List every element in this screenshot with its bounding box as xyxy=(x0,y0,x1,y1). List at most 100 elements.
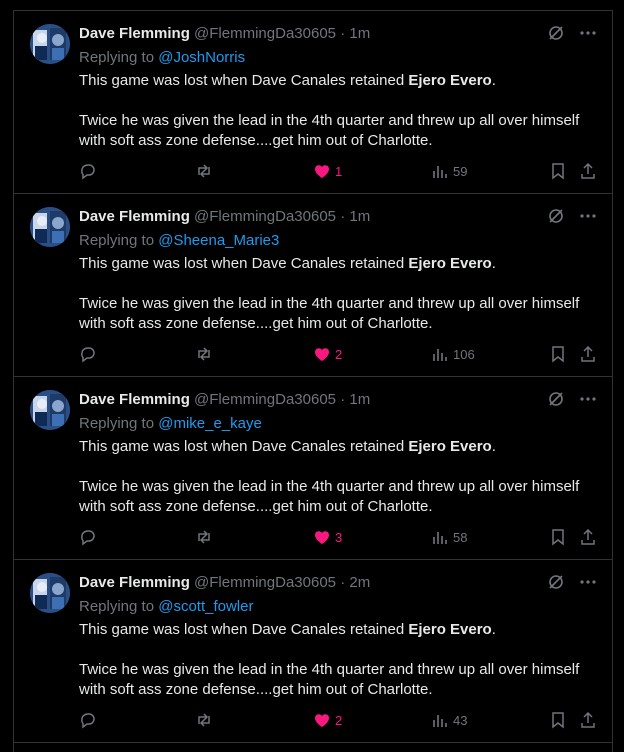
share-icon xyxy=(581,528,595,545)
author-name[interactable]: Dave Flemming xyxy=(79,574,190,591)
bookmark-button[interactable] xyxy=(549,162,567,180)
replying-to: Replying to @scott_fowler xyxy=(79,597,253,616)
separator-dot: · xyxy=(340,25,346,42)
share-button[interactable] xyxy=(579,528,597,546)
tweet-top-actions xyxy=(547,573,597,591)
views-button[interactable]: 59 xyxy=(431,162,467,180)
author-name[interactable]: Dave Flemming xyxy=(79,208,190,225)
text-bold-part: Ejero Evero xyxy=(408,72,492,89)
timestamp[interactable]: 1m xyxy=(349,25,370,42)
timestamp[interactable]: 2m xyxy=(349,574,370,591)
like-button[interactable]: 2 xyxy=(313,711,342,729)
view-count: 43 xyxy=(453,712,468,728)
more-icon[interactable] xyxy=(579,573,597,591)
tweet[interactable]: Dave Flemming @FlemmingDa30605 · 1m Repl… xyxy=(13,193,613,376)
share-button[interactable] xyxy=(579,345,597,363)
reply-button[interactable] xyxy=(79,528,97,546)
grok-icon[interactable] xyxy=(547,573,565,591)
more-icon[interactable] xyxy=(579,24,597,42)
like-count: 3 xyxy=(335,529,343,545)
replying-to: Replying to @mike_e_kaye xyxy=(79,414,262,433)
heart-icon xyxy=(315,714,329,727)
heart-icon xyxy=(315,165,329,178)
author-name[interactable]: Dave Flemming xyxy=(79,25,190,42)
view-count: 59 xyxy=(453,163,468,179)
replying-mention-link[interactable]: @mike_e_kaye xyxy=(158,415,262,432)
heart-icon xyxy=(315,531,329,544)
like-button[interactable]: 3 xyxy=(313,528,342,546)
timestamp[interactable]: 1m xyxy=(349,391,370,408)
repost-icon xyxy=(198,347,210,361)
bookmark-button[interactable] xyxy=(549,345,567,363)
author-name[interactable]: Dave Flemming xyxy=(79,391,190,408)
text-bold-part: Ejero Evero xyxy=(408,438,492,455)
view-count: 58 xyxy=(453,529,468,545)
replying-mention-link[interactable]: @JoshNorris xyxy=(158,49,245,66)
text-paragraph: Twice he was given the lead in the 4th q… xyxy=(79,478,580,515)
share-button[interactable] xyxy=(579,162,597,180)
replying-mention-link[interactable]: @Sheena_Marie3 xyxy=(158,232,279,249)
separator-dot: · xyxy=(340,391,346,408)
text-paragraph: Twice he was given the lead in the 4th q… xyxy=(79,112,580,149)
text-part: This game was lost when Dave Canales ret… xyxy=(79,72,409,89)
tweet-text: This game was lost when Dave Canales ret… xyxy=(79,620,599,700)
repost-button[interactable] xyxy=(195,162,213,180)
timestamp[interactable]: 1m xyxy=(349,208,370,225)
tweet[interactable]: Dave Flemming @FlemmingDa30605 · 1m Repl… xyxy=(13,10,613,193)
tweet-text: This game was lost when Dave Canales ret… xyxy=(79,254,599,334)
tweet-top-actions xyxy=(547,390,597,408)
share-button[interactable] xyxy=(579,711,597,729)
more-icon[interactable] xyxy=(579,390,597,408)
text-paragraph: Twice he was given the lead in the 4th q… xyxy=(79,661,580,698)
repost-icon xyxy=(198,713,210,727)
repost-button[interactable] xyxy=(195,711,213,729)
replying-prefix: Replying to xyxy=(79,415,155,432)
author-handle[interactable]: @FlemmingDa30605 xyxy=(194,208,336,225)
tweet-header: Dave Flemming @FlemmingDa30605 · 2m xyxy=(79,573,370,592)
grok-icon[interactable] xyxy=(547,24,565,42)
tweet[interactable]: Dave Flemming @FlemmingDa30605 · 2m Repl… xyxy=(13,559,613,742)
bookmark-icon xyxy=(552,346,564,363)
grok-icon[interactable] xyxy=(547,207,565,225)
reply-button[interactable] xyxy=(79,345,97,363)
tweet-actions: 1 59 xyxy=(79,162,599,182)
avatar[interactable] xyxy=(30,24,70,64)
bookmark-icon xyxy=(552,712,564,729)
like-button[interactable]: 1 xyxy=(313,162,342,180)
bookmark-button[interactable] xyxy=(549,711,567,729)
views-button[interactable]: 43 xyxy=(431,711,467,729)
tweet-header: Dave Flemming @FlemmingDa30605 · 1m xyxy=(79,390,370,409)
reply-button[interactable] xyxy=(79,711,97,729)
reply-icon xyxy=(81,347,95,363)
repost-icon xyxy=(198,164,210,178)
views-icon xyxy=(433,166,447,178)
replying-to: Replying to @JoshNorris xyxy=(79,48,245,67)
author-handle[interactable]: @FlemmingDa30605 xyxy=(194,391,336,408)
author-handle[interactable]: @FlemmingDa30605 xyxy=(194,574,336,591)
replying-mention-link[interactable]: @scott_fowler xyxy=(158,598,253,615)
reply-button[interactable] xyxy=(79,162,97,180)
replying-prefix: Replying to xyxy=(79,598,155,615)
grok-icon[interactable] xyxy=(547,390,565,408)
tweet[interactable]: Dave Flemming @FlemmingDa30605 · 1m Repl… xyxy=(13,376,613,559)
tweet-text: This game was lost when Dave Canales ret… xyxy=(79,437,599,517)
heart-icon xyxy=(315,348,329,361)
more-icon[interactable] xyxy=(579,207,597,225)
bookmark-icon xyxy=(552,163,564,180)
avatar[interactable] xyxy=(30,573,70,613)
avatar[interactable] xyxy=(30,390,70,430)
repost-button[interactable] xyxy=(195,528,213,546)
avatar[interactable] xyxy=(30,207,70,247)
reply-feed: Dave Flemming @FlemmingDa30605 · 1m Repl… xyxy=(13,10,613,742)
views-button[interactable]: 58 xyxy=(431,528,467,546)
bookmark-button[interactable] xyxy=(549,528,567,546)
replying-to: Replying to @Sheena_Marie3 xyxy=(79,231,279,250)
reply-icon xyxy=(81,164,95,180)
tweet-header: Dave Flemming @FlemmingDa30605 · 1m xyxy=(79,207,370,226)
reply-icon xyxy=(81,530,95,546)
author-handle[interactable]: @FlemmingDa30605 xyxy=(194,25,336,42)
repost-button[interactable] xyxy=(195,345,213,363)
tweet-text: This game was lost when Dave Canales ret… xyxy=(79,71,599,151)
views-button[interactable]: 106 xyxy=(431,345,475,363)
like-button[interactable]: 2 xyxy=(313,345,342,363)
